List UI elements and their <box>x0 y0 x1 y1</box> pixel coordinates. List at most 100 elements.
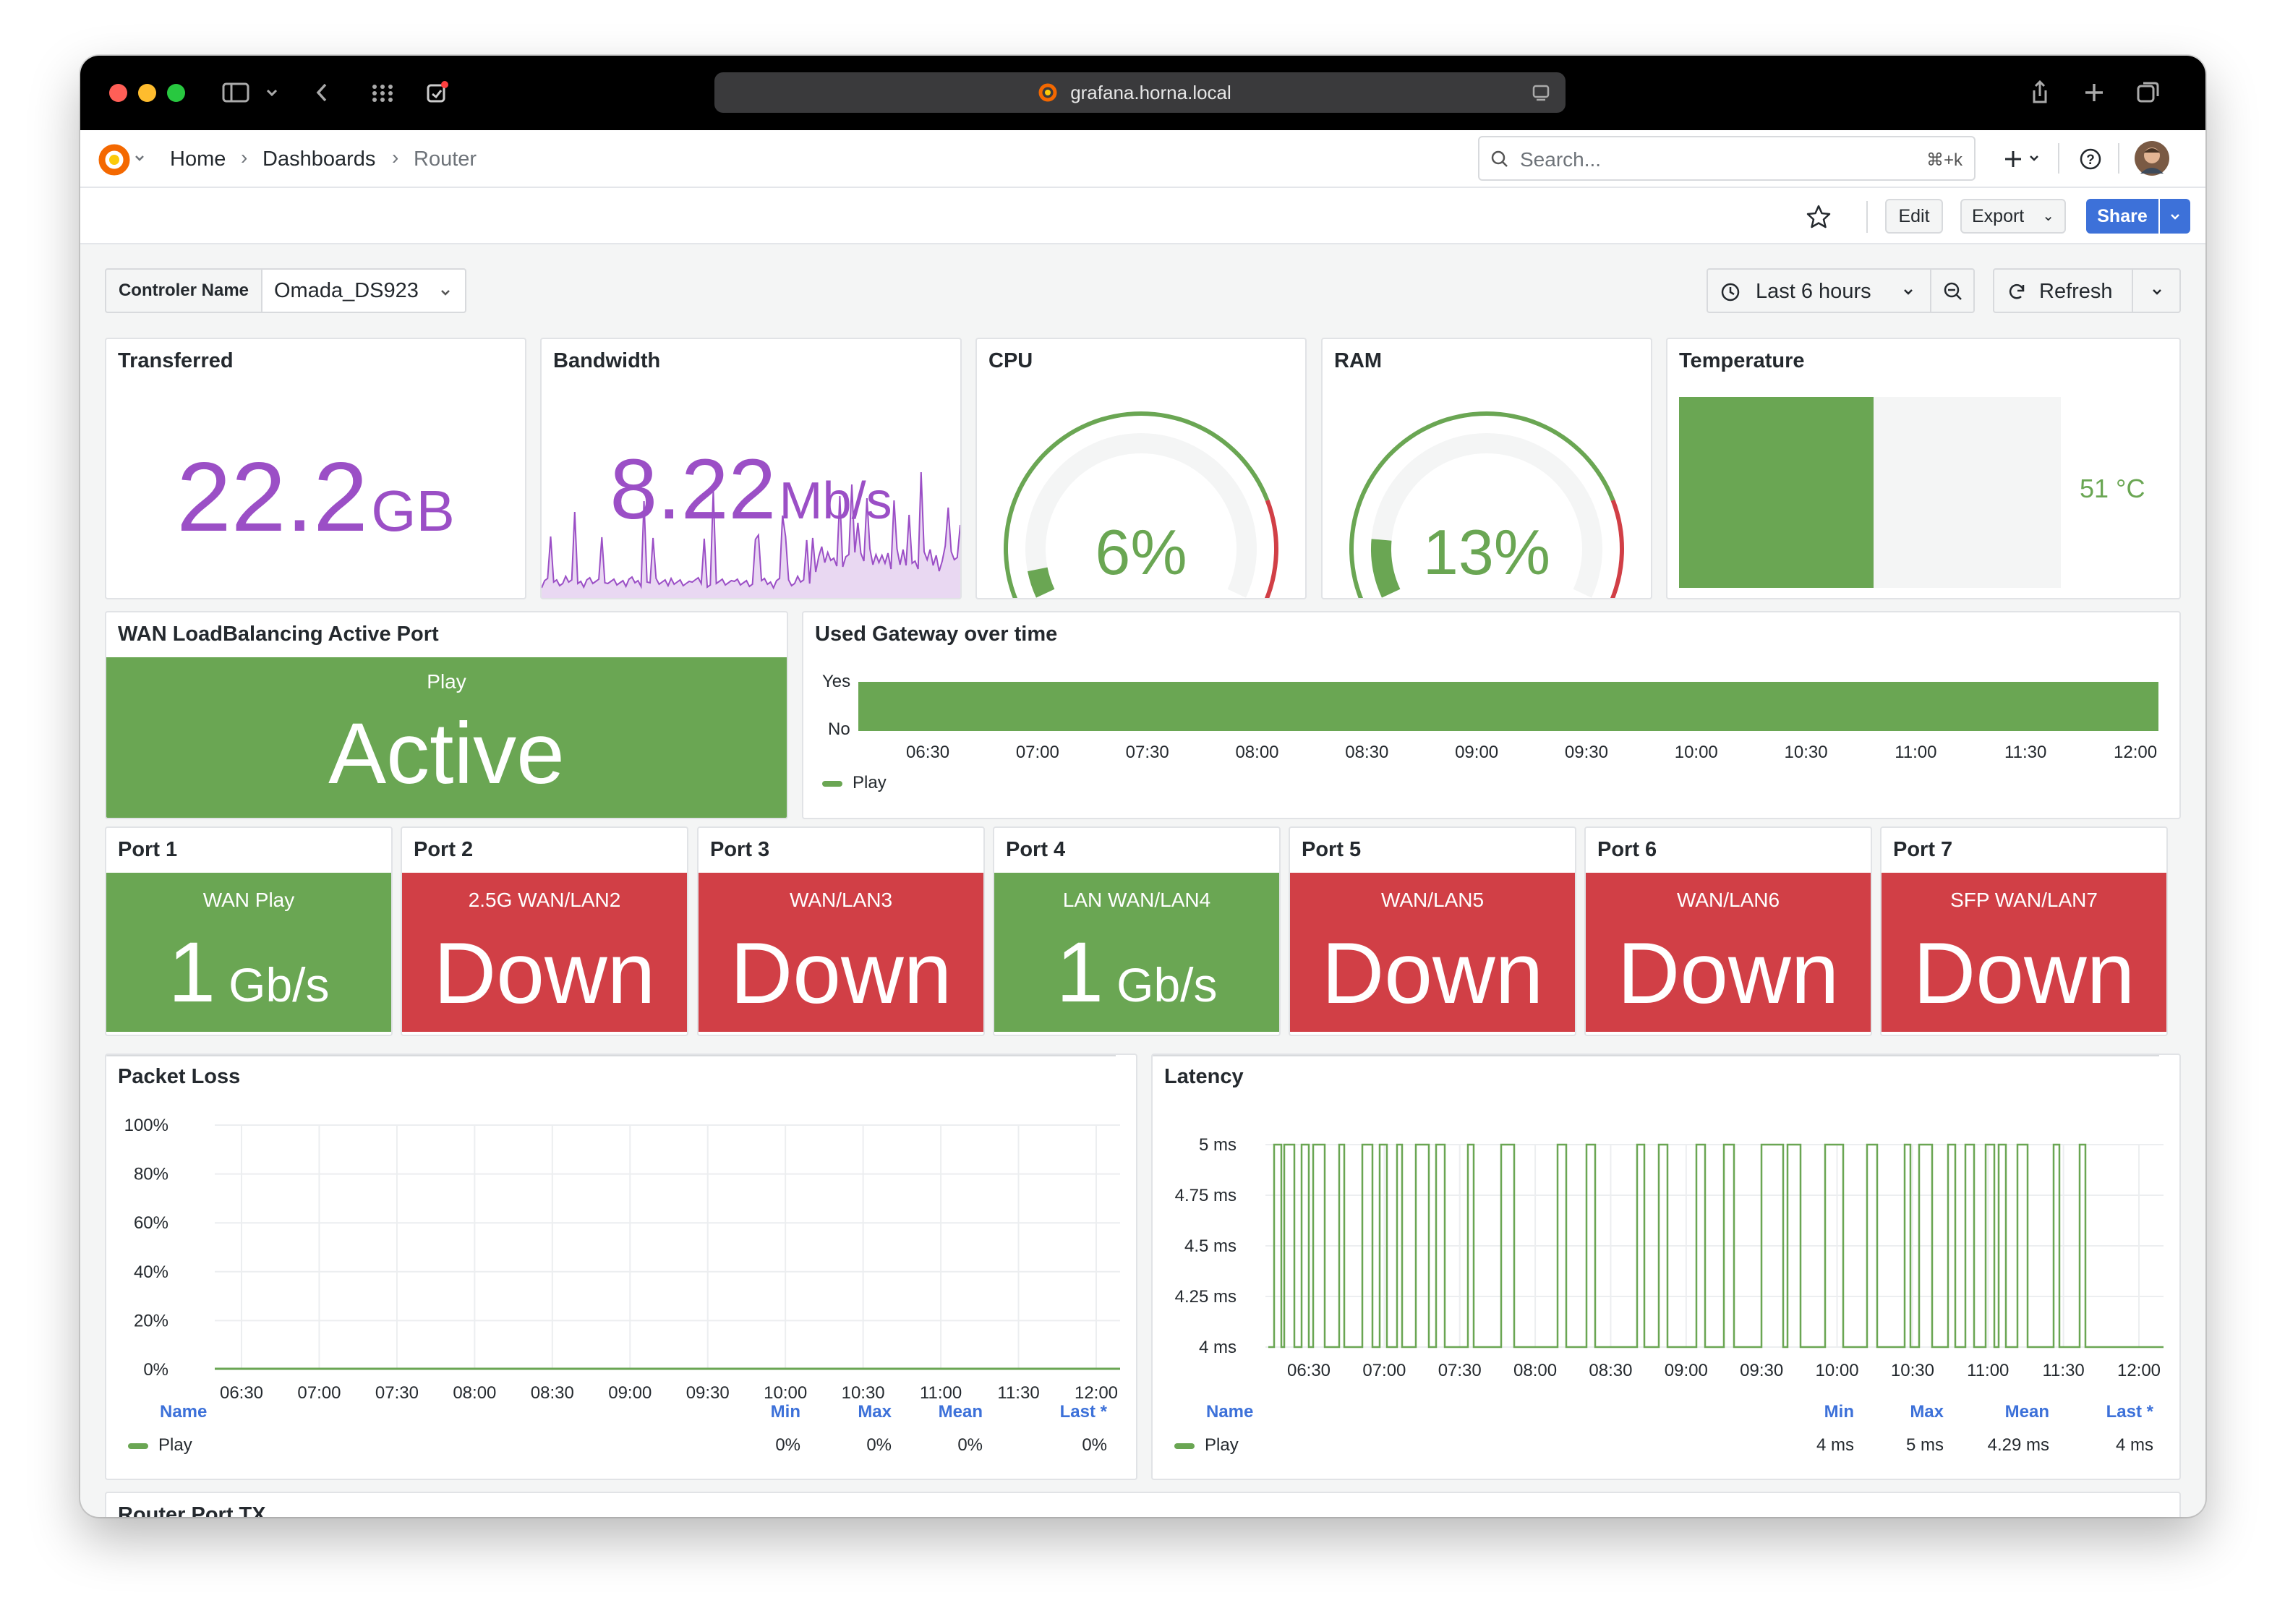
stat-unit: Mb/s <box>779 472 892 530</box>
zoom-window-button[interactable] <box>167 84 185 102</box>
legend-header-max[interactable]: Max <box>1857 1402 1944 1422</box>
legend-value-last: 4 ms <box>2115 1435 2153 1455</box>
port-status-box: LAN WAN/LAN4 1 Gb/s <box>994 873 1279 1032</box>
port-panel-4[interactable]: Port 4 LAN WAN/LAN4 1 Gb/s <box>993 826 1281 1036</box>
legend-header-last[interactable]: Last * <box>1020 1402 1107 1422</box>
port-label: LAN WAN/LAN4 <box>1062 889 1211 911</box>
address-bar[interactable]: grafana.horna.local <box>714 72 1566 113</box>
legend-value-last: 0% <box>1082 1435 1107 1455</box>
y-tick: 4.5 ms <box>1184 1236 1237 1256</box>
port-value-unit: Gb/s <box>228 958 330 1012</box>
refresh-interval-button[interactable] <box>2132 268 2181 313</box>
legend-item[interactable]: Play <box>128 1435 192 1456</box>
refresh-button[interactable]: Refresh <box>1993 268 2133 313</box>
user-avatar[interactable] <box>2134 140 2170 176</box>
bandwidth-panel[interactable]: Bandwidth 8.22 Mb/s <box>540 338 962 599</box>
port-label: WAN/LAN3 <box>789 889 893 911</box>
new-tab-icon[interactable] <box>2076 74 2112 111</box>
router-port-tx-panel[interactable]: Router Port TX <box>105 1492 2181 1517</box>
top-navbar: Home › Dashboards › Router Search... ⌘+k… <box>80 130 2205 188</box>
wan-panel[interactable]: WAN LoadBalancing Active Port Play Activ… <box>105 611 788 819</box>
port-value: Down <box>1290 923 1575 1023</box>
x-tick: 09:30 <box>1564 743 1608 762</box>
panel-title: Port 4 <box>1006 838 1066 861</box>
port-status-box: WAN/LAN5 Down <box>1290 873 1575 1032</box>
share-dropdown-button[interactable] <box>2160 199 2190 234</box>
extension-icon[interactable] <box>419 74 455 111</box>
sidebar-icon[interactable] <box>218 74 254 111</box>
panel-title: Port 7 <box>1893 838 1953 861</box>
port-panel-7[interactable]: Port 7 SFP WAN/LAN7 Down <box>1880 826 2168 1036</box>
x-tick: 12:00 <box>1075 1383 1118 1403</box>
temperature-bar-track <box>1679 397 2061 588</box>
panel-title: Bandwidth <box>553 349 661 372</box>
x-tick: 07:00 <box>1015 743 1059 762</box>
port-panel-5[interactable]: Port 5 WAN/LAN5 Down <box>1289 826 1576 1036</box>
legend-header-mean[interactable]: Mean <box>896 1402 983 1422</box>
latency-panel[interactable]: Latency 5 ms 4.75 ms 4.5 ms 4.25 ms 4 ms 06:3… <box>1151 1054 2181 1480</box>
temperature-panel[interactable]: Temperature 51 °C <box>1666 338 2181 599</box>
legend-header-min[interactable]: Min <box>1767 1402 1854 1422</box>
x-tick: 11:30 <box>997 1383 1039 1403</box>
export-label: Export <box>1972 206 2025 226</box>
plus-icon[interactable] <box>2000 146 2026 172</box>
search-input[interactable]: Search... ⌘+k <box>1478 136 1976 181</box>
close-window-button[interactable] <box>109 84 127 102</box>
port-panel-6[interactable]: Port 6 WAN/LAN6 Down <box>1584 826 1872 1036</box>
legend-header-min[interactable]: Min <box>714 1402 800 1422</box>
grafana-logo-icon[interactable] <box>96 142 132 178</box>
panel-title: RAM <box>1334 349 1383 372</box>
y-tick: 4.25 ms <box>1175 1287 1237 1307</box>
panel-title: Port 2 <box>414 838 474 861</box>
export-button[interactable]: Export ⌄ <box>1960 199 2066 234</box>
port-panel-2[interactable]: Port 2 2.5G WAN/LAN2 Down <box>401 826 688 1036</box>
legend-item[interactable]: Play <box>1174 1435 1239 1456</box>
time-picker[interactable]: Last 6 hours <box>1707 268 1931 313</box>
legend-header-name[interactable]: Name <box>1206 1402 1253 1422</box>
controller-select-value: Omada_DS923 <box>274 279 419 302</box>
zoom-out-button[interactable] <box>1930 268 1975 313</box>
share-icon[interactable] <box>2022 74 2058 111</box>
chevron-down-icon[interactable] <box>2025 149 2043 166</box>
gateway-panel[interactable]: Used Gateway over time Yes No 06:30 07:00… <box>802 611 2181 819</box>
breadcrumb-dashboards[interactable]: Dashboards <box>262 148 375 171</box>
legend-header-name[interactable]: Name <box>160 1402 207 1422</box>
reader-icon[interactable] <box>1531 82 1551 103</box>
port-panel-3[interactable]: Port 3 WAN/LAN3 Down <box>697 826 985 1036</box>
chevron-down-icon <box>441 290 450 296</box>
legend-header-max[interactable]: Max <box>805 1402 892 1422</box>
help-icon[interactable]: ? <box>2077 146 2104 172</box>
packet-loss-panel[interactable]: Packet Loss 100% 80% 60% 40% 20% 0% 06:30 07:00… <box>105 1054 1137 1480</box>
port-label: SFP WAN/LAN7 <box>1950 889 2098 911</box>
x-tick: 07:00 <box>297 1383 341 1403</box>
chevron-down-icon[interactable] <box>131 149 148 166</box>
port-value-number: Down <box>1617 925 1840 1022</box>
chevron-down-icon[interactable] <box>254 74 290 111</box>
wan-value: Active <box>328 705 565 802</box>
cpu-panel[interactable]: CPU 6% <box>975 338 1307 599</box>
port-panel-1[interactable]: Port 1 WAN Play 1 Gb/s <box>105 826 393 1036</box>
x-tick: 08:00 <box>453 1383 496 1403</box>
grid-icon[interactable] <box>364 74 401 111</box>
controller-select[interactable]: Omada_DS923 <box>261 268 466 313</box>
legend-swatch <box>822 780 842 787</box>
legend-item[interactable]: Play <box>822 773 887 793</box>
back-icon[interactable] <box>304 74 341 111</box>
legend-header-mean[interactable]: Mean <box>1962 1402 2049 1422</box>
star-icon[interactable] <box>1804 202 1833 231</box>
search-icon <box>1491 150 1508 167</box>
refresh-label: Refresh <box>2039 280 2113 303</box>
legend-value-max: 5 ms <box>1905 1435 1944 1455</box>
minimize-window-button[interactable] <box>138 84 156 102</box>
transferred-value: 22.2 GB <box>106 440 525 553</box>
tab-overview-icon[interactable] <box>2130 74 2166 111</box>
stat-number: 22.2 <box>176 442 368 552</box>
x-tick: 08:00 <box>1235 743 1279 762</box>
breadcrumb-home[interactable]: Home <box>170 148 226 171</box>
edit-button[interactable]: Edit <box>1885 199 1943 234</box>
legend-header-last[interactable]: Last * <box>2067 1402 2153 1422</box>
chevron-down-icon <box>2153 289 2161 295</box>
share-button[interactable]: Share <box>2086 199 2158 234</box>
transferred-panel[interactable]: Transferred 22.2 GB <box>105 338 526 599</box>
ram-panel[interactable]: RAM 13% <box>1321 338 1652 599</box>
